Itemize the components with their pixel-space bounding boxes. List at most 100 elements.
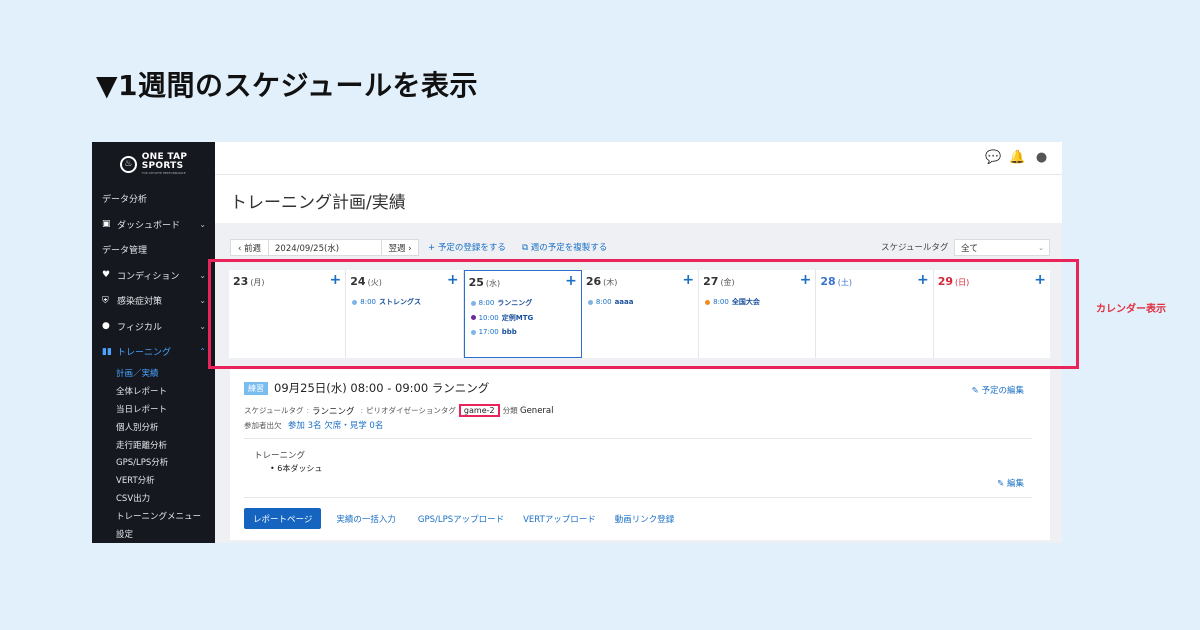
- edit-schedule-link[interactable]: ✎ 予定の編集: [972, 384, 1024, 396]
- sidebar-subitem-6[interactable]: VERT分析: [92, 471, 215, 489]
- prev-week-button[interactable]: ‹ 前週: [230, 239, 269, 256]
- gps-upload-link[interactable]: GPS/LPSアップロード: [418, 513, 504, 525]
- dumbbell-icon: ▮▮: [102, 346, 112, 357]
- calendar-event[interactable]: 17:00 bbb: [470, 325, 534, 340]
- day-weekday: (火): [367, 278, 382, 287]
- event-dot-icon: [470, 315, 476, 321]
- event-title: 全国大会: [731, 298, 760, 307]
- add-schedule-link[interactable]: + 予定の登録をする: [428, 241, 506, 253]
- sidebar-subitem-8[interactable]: トレーニングメニュー: [92, 507, 215, 525]
- sidebar-item-label: データ管理: [102, 246, 148, 257]
- calendar-day-23[interactable]: 23 (月) +: [229, 270, 347, 358]
- add-event-icon[interactable]: +: [565, 273, 577, 289]
- event-title: 定例MTG: [501, 313, 534, 322]
- calendar-day-29[interactable]: 29 (日) +: [934, 270, 1050, 358]
- add-event-icon[interactable]: +: [800, 272, 812, 288]
- sidebar-subitem-5[interactable]: GPS/LPS分析: [92, 453, 215, 471]
- attendance-link[interactable]: 参加 3名 欠席・見学 0名: [288, 421, 383, 431]
- heart-pulse-icon: ♥: [102, 270, 111, 281]
- add-event-icon[interactable]: +: [447, 272, 459, 288]
- video-link-register-link[interactable]: 動画リンク登録: [615, 513, 675, 525]
- sidebar-item-label: ダッシュボード: [117, 220, 181, 231]
- week-calendar: 23 (月) +24 (火) +8:00 ストレングス 25 (水) +8:00 ランニング 10:…: [229, 270, 1050, 358]
- day-weekday: (月): [250, 278, 265, 287]
- day-weekday: (土): [837, 278, 852, 287]
- sidebar-item-5[interactable]: ● フィジカル ⌄: [92, 314, 215, 340]
- copy-week-link[interactable]: ⧉ 週の予定を複製する: [522, 241, 607, 253]
- sidebar-item-label: フィジカル: [117, 322, 162, 333]
- calendar-event[interactable]: 10:00 定例MTG: [470, 311, 534, 326]
- sidebar-item-3[interactable]: ♥ コンディション ⌄: [92, 263, 215, 289]
- sidebar-subitem-4[interactable]: 走行距離分析: [92, 436, 215, 454]
- sidebar-subitem-3[interactable]: 個人別分析: [92, 418, 215, 436]
- add-event-icon[interactable]: +: [682, 272, 694, 288]
- schedule-tag-value: 全て: [961, 243, 979, 254]
- sidebar-subitem-9[interactable]: 設定: [92, 525, 215, 543]
- calendar-day-26[interactable]: 26 (木) +8:00 aaaa: [582, 270, 700, 358]
- day-number: 29: [937, 275, 953, 288]
- schedule-tag-select[interactable]: 全て ⌄: [954, 239, 1050, 256]
- sidebar-subitem-0[interactable]: 計画／実績: [92, 365, 215, 383]
- schedule-title: 09月25日(水) 08:00 - 09:00 ランニング: [274, 381, 490, 395]
- event-title: ランニング: [497, 299, 533, 308]
- sidebar-item-4[interactable]: ⛨ 感染症対策 ⌄: [92, 288, 215, 314]
- period-tag-chip: game-2: [458, 404, 500, 417]
- copy-week-label: 週の予定を複製する: [530, 243, 608, 253]
- flame-logo-icon: ♨: [119, 155, 137, 173]
- add-event-icon[interactable]: +: [330, 272, 342, 288]
- sidebar-subitem-1[interactable]: 全体レポート: [92, 382, 215, 400]
- edit-training-label: 編集: [1006, 479, 1024, 489]
- bulk-input-link[interactable]: 実績の一括入力: [336, 513, 396, 525]
- bell-icon[interactable]: 🔔: [1009, 149, 1026, 166]
- app-window: ♨ ONE TAP SPORTS TOP ATHLETE PERFORMANCE…: [92, 142, 1062, 543]
- event-title: bbb: [501, 328, 517, 337]
- sidebar-item-6[interactable]: ▮▮ トレーニング ⌃: [92, 339, 215, 365]
- event-dot-icon: [587, 299, 593, 305]
- attendance-row: 参加者出欠 参加 3名 欠席・見学 0名: [244, 419, 383, 431]
- event-time: 8:00: [713, 298, 729, 307]
- event-dot-icon: [705, 299, 711, 305]
- sidebar-item-label: トレーニング: [117, 348, 172, 359]
- shield-icon: ⛨: [102, 295, 109, 306]
- account-icon[interactable]: ●: [1033, 149, 1050, 166]
- sidebar-item-label: データ分析: [102, 195, 148, 206]
- calendar-event[interactable]: 8:00 全国大会: [705, 295, 760, 310]
- next-week-button[interactable]: 翌週 ›: [381, 239, 419, 256]
- add-event-icon[interactable]: +: [1034, 272, 1046, 288]
- calendar-day-28[interactable]: 28 (土) +: [816, 270, 934, 358]
- day-number: 26: [585, 275, 602, 288]
- edit-training-link[interactable]: ✎ 編集: [997, 477, 1024, 489]
- event-time: 17:00: [478, 328, 499, 337]
- date-picker[interactable]: 2024/09/25(水): [269, 239, 381, 256]
- brand-sub: TOP ATHLETE PERFORMANCE: [141, 171, 186, 175]
- sidebar-item-0[interactable]: データ分析: [92, 186, 215, 212]
- calendar-event[interactable]: 8:00 ストレングス: [352, 295, 421, 310]
- calendar-day-24[interactable]: 24 (火) +8:00 ストレングス: [346, 270, 464, 358]
- training-box: トレーニング • 6本ダッシュ ✎ 編集: [244, 438, 1032, 498]
- sidebar-subitem-7[interactable]: CSV出力: [92, 489, 215, 507]
- sidebar-subitem-2[interactable]: 当日レポート: [92, 400, 215, 418]
- calendar-event[interactable]: 8:00 aaaa: [587, 295, 634, 310]
- event-title: aaaa: [614, 298, 634, 307]
- chat-icon[interactable]: 💬: [985, 149, 1002, 166]
- calendar-day-27[interactable]: 27 (金) +8:00 全国大会: [699, 270, 817, 358]
- sidebar-item-1[interactable]: ▣ ダッシュボード ⌄: [92, 212, 215, 238]
- calendar-event[interactable]: 8:00 ランニング: [470, 296, 534, 311]
- report-page-button[interactable]: レポートページ: [244, 508, 322, 529]
- id-card-icon: ▣: [102, 219, 111, 230]
- user-icon: ●: [102, 321, 110, 332]
- training-box-title: トレーニング: [254, 451, 306, 461]
- event-dot-icon: [470, 329, 476, 335]
- event-dot-icon: [352, 299, 358, 305]
- day-number: 24: [350, 275, 366, 288]
- calendar-day-25[interactable]: 25 (水) +8:00 ランニング 10:00 定例MTG 17:00 bbb: [463, 270, 582, 358]
- banner-title: ▼1週間のスケジュールを表示: [96, 69, 479, 102]
- logo[interactable]: ♨ ONE TAP SPORTS TOP ATHLETE PERFORMANCE: [92, 142, 215, 186]
- day-number: 28: [820, 275, 836, 288]
- sidebar-item-2[interactable]: データ管理: [92, 237, 215, 263]
- period-label: ピリオダイゼーションタグ: [366, 406, 456, 415]
- vert-upload-link[interactable]: VERTアップロード: [523, 513, 596, 525]
- add-event-icon[interactable]: +: [917, 272, 929, 288]
- page-title: トレーニング計画/実績: [230, 193, 406, 213]
- edit-schedule-label: 予定の編集: [981, 386, 1024, 396]
